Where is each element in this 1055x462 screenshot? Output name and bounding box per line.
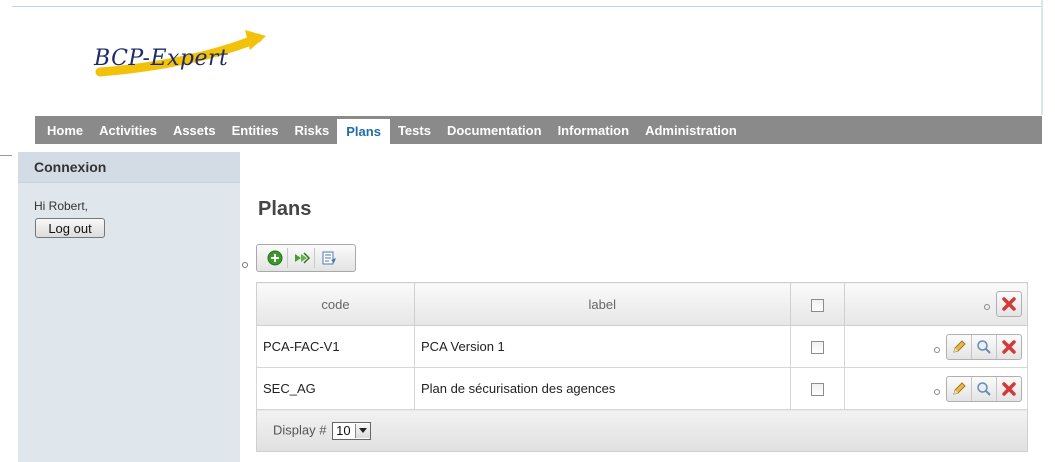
column-header-label[interactable]: label xyxy=(413,282,791,326)
bullet-icon xyxy=(934,346,940,353)
delete-icon xyxy=(1002,381,1016,396)
logo-text: BCP-Expert xyxy=(94,46,229,71)
sidebar-title: Connexion xyxy=(18,152,240,183)
magnifier-icon xyxy=(977,381,991,396)
nav-item-entities[interactable]: Entities xyxy=(224,116,287,144)
row-label: Plan de sécurisation des agences xyxy=(413,367,791,410)
pencil-icon xyxy=(953,381,966,395)
view-button[interactable] xyxy=(972,376,997,401)
row-actions xyxy=(843,325,1029,368)
main-navbar: Home Activities Assets Entities Risks Pl… xyxy=(35,116,1042,144)
display-label: Display # xyxy=(273,421,327,437)
edit-list-icon xyxy=(322,251,336,265)
nav-item-information[interactable]: Information xyxy=(550,116,638,144)
row-select-cell xyxy=(789,367,845,410)
column-header-select-all xyxy=(789,282,845,326)
nav-item-risks[interactable]: Risks xyxy=(287,116,338,144)
delete-selected-button[interactable] xyxy=(997,292,1021,316)
plans-table: code label PCA-FAC-V1 PCA Version 1 SEC_… xyxy=(256,282,1029,452)
bulk-actions xyxy=(996,291,1022,317)
toolbar-bullet xyxy=(242,262,248,268)
table-footer: Display # 10 xyxy=(256,409,1028,452)
export-button[interactable] xyxy=(290,248,315,268)
select-all-checkbox[interactable] xyxy=(810,298,824,312)
chevron-down-icon xyxy=(354,423,370,438)
user-greeting: Hi Robert, xyxy=(34,199,89,213)
column-header-code[interactable]: code xyxy=(256,282,415,326)
page-title: Plans xyxy=(258,198,312,220)
table-toolbar xyxy=(256,244,356,272)
nav-item-plans[interactable]: Plans xyxy=(337,119,390,144)
row-code: SEC_AG xyxy=(256,367,415,410)
row-select-cell xyxy=(789,325,845,368)
add-icon xyxy=(267,250,283,266)
delete-button[interactable] xyxy=(997,377,1021,401)
top-divider xyxy=(12,6,1042,7)
edit-button[interactable] xyxy=(947,376,972,401)
table-row[interactable]: PCA-FAC-V1 PCA Version 1 xyxy=(256,325,1029,368)
column-header-actions xyxy=(843,282,1029,326)
row-checkbox[interactable] xyxy=(810,341,824,355)
left-divider xyxy=(0,155,12,156)
export-icon xyxy=(295,252,311,264)
row-code: PCA-FAC-V1 xyxy=(256,325,415,368)
bullet-icon xyxy=(934,388,940,395)
nav-item-assets[interactable]: Assets xyxy=(165,116,224,144)
nav-item-activities[interactable]: Activities xyxy=(91,116,165,144)
right-edge xyxy=(1041,0,1043,115)
edit-button[interactable] xyxy=(947,334,972,359)
edit-list-button[interactable] xyxy=(317,248,341,268)
add-plan-button[interactable] xyxy=(263,248,288,268)
row-checkbox[interactable] xyxy=(810,383,824,397)
row-label: PCA Version 1 xyxy=(413,325,791,368)
page-size-select[interactable]: 10 xyxy=(332,421,371,440)
delete-button[interactable] xyxy=(997,335,1021,359)
nav-item-tests[interactable]: Tests xyxy=(390,116,439,144)
delete-icon xyxy=(1002,339,1016,354)
logo[interactable]: BCP-Expert xyxy=(80,28,270,88)
logout-button[interactable]: Log out xyxy=(35,218,105,238)
table-row[interactable]: SEC_AG Plan de sécurisation des agences xyxy=(256,367,1029,410)
row-actions xyxy=(843,367,1029,410)
bullet-icon xyxy=(984,304,990,310)
nav-item-administration[interactable]: Administration xyxy=(637,116,745,144)
table-footer-row: Display # 10 xyxy=(256,409,1028,452)
row-action-group xyxy=(946,333,1022,360)
magnifier-icon xyxy=(977,339,991,354)
delete-icon xyxy=(1002,297,1016,311)
nav-item-documentation[interactable]: Documentation xyxy=(439,116,550,144)
row-action-group xyxy=(946,375,1022,402)
table-header-row: code label xyxy=(256,282,1029,326)
nav-item-home[interactable]: Home xyxy=(35,116,91,144)
view-button[interactable] xyxy=(972,334,997,359)
pencil-icon xyxy=(953,339,966,353)
page-size-value: 10 xyxy=(336,423,351,438)
sidebar: Connexion Hi Robert, Log out xyxy=(18,152,240,462)
